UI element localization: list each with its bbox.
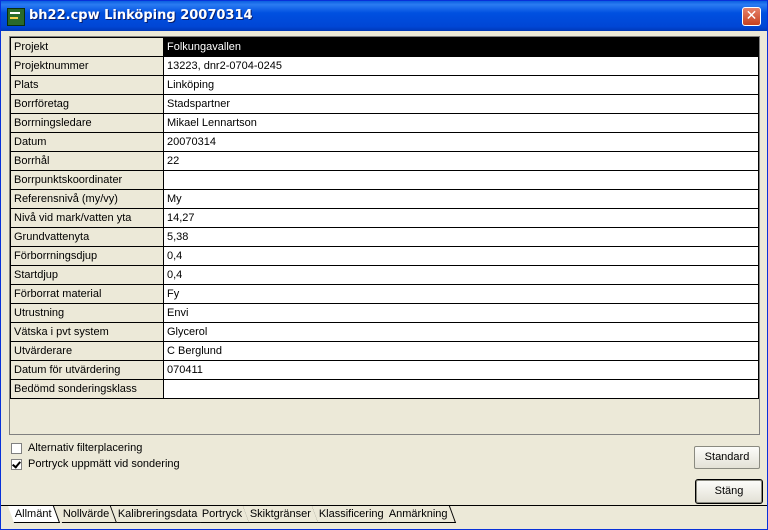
property-row[interactable]: Datum för utvärdering 070411 <box>10 360 759 380</box>
property-value-field[interactable] <box>163 170 759 190</box>
close-window-button[interactable]: ✕ <box>742 7 761 26</box>
property-value-field[interactable]: Stadspartner <box>163 94 759 114</box>
property-label: Förborrningsdjup <box>10 246 164 266</box>
standard-button[interactable]: Standard <box>694 446 760 469</box>
property-row[interactable]: Borrhål 22 <box>10 151 759 171</box>
property-label: Vätska i pvt system <box>10 322 164 342</box>
property-value-field[interactable]: 0,4 <box>163 246 759 266</box>
property-row[interactable]: Nivå vid mark/vatten yta 14,27 <box>10 208 759 228</box>
tab-label: Portryck <box>201 508 243 520</box>
property-row[interactable]: Startdjup 0,4 <box>10 265 759 285</box>
property-label: Utvärderare <box>10 341 164 361</box>
property-row[interactable]: Referensnivå (my/vy) My <box>10 189 759 209</box>
alt-filter-option[interactable]: Alternativ filterplacering <box>11 442 142 454</box>
property-label: Bedömd sonderingsklass <box>10 379 164 399</box>
alt-filter-checkbox[interactable] <box>11 442 22 454</box>
property-value-field[interactable]: Mikael Lennartson <box>163 113 759 133</box>
property-row[interactable]: Borrpunktskoordinater <box>10 170 759 190</box>
property-label: Grundvattenyta <box>10 227 164 247</box>
property-label: Utrustning <box>10 303 164 323</box>
property-value-field[interactable]: Linköping <box>163 75 759 95</box>
property-label: Borrhål <box>10 151 164 171</box>
tab-label: Kalibreringsdata <box>117 508 198 520</box>
property-label: Nivå vid mark/vatten yta <box>10 208 164 228</box>
property-value-field[interactable]: My <box>163 189 759 209</box>
property-value-field[interactable]: 5,38 <box>163 227 759 247</box>
property-row[interactable]: Förborrningsdjup 0,4 <box>10 246 759 266</box>
property-row[interactable]: Bedömd sonderingsklass <box>10 379 759 399</box>
dialog-window: bh22.cpw Linköping 20070314 ✕ Projekt Fol… <box>0 0 768 530</box>
tab-5[interactable]: Klassificering <box>311 506 392 523</box>
property-value-field[interactable]: 22 <box>163 151 759 171</box>
tab-4[interactable]: Skiktgränser <box>242 506 320 523</box>
property-value-field[interactable] <box>163 379 759 399</box>
property-value-field[interactable]: 14,27 <box>163 208 759 228</box>
property-label: Borrningsledare <box>10 113 164 133</box>
property-value-field[interactable]: Fy <box>163 284 759 304</box>
property-value-field[interactable]: Folkungavallen <box>163 37 759 57</box>
property-label: Referensnivå (my/vy) <box>10 189 164 209</box>
porttryck-checkbox[interactable] <box>11 458 22 470</box>
property-value-field[interactable]: 070411 <box>163 360 759 380</box>
property-value-field[interactable]: 13223, dnr2-0704-0245 <box>163 56 759 76</box>
tab-1[interactable]: Nollvärde <box>55 506 118 523</box>
property-row[interactable]: Grundvattenyta 5,38 <box>10 227 759 247</box>
property-row[interactable]: Borrföretag Stadspartner <box>10 94 759 114</box>
window-title: bh22.cpw Linköping 20070314 <box>29 8 253 23</box>
property-row[interactable]: Vätska i pvt system Glycerol <box>10 322 759 342</box>
properties-grid: Projekt Folkungavallen Projektnummer 13223,… <box>9 36 760 435</box>
property-label: Borrföretag <box>10 94 164 114</box>
properties-table: Projekt Folkungavallen Projektnummer 13223,… <box>10 37 759 399</box>
property-row[interactable]: Borrningsledare Mikael Lennartson <box>10 113 759 133</box>
property-label: Startdjup <box>10 265 164 285</box>
porttryck-label: Portryck uppmätt vid sondering <box>28 458 180 470</box>
tab-3[interactable]: Portryck <box>194 506 251 523</box>
property-row[interactable]: Förborrat material Fy <box>10 284 759 304</box>
tab-label: Nollvärde <box>62 508 110 520</box>
property-label: Datum <box>10 132 164 152</box>
tab-label: Anmärkning <box>388 508 448 520</box>
property-row[interactable]: Utrustning Envi <box>10 303 759 323</box>
property-label: Plats <box>10 75 164 95</box>
tab-0[interactable]: Allmänt <box>7 506 60 523</box>
property-label: Projekt <box>10 37 164 57</box>
tab-label: Klassificering <box>318 508 384 520</box>
tab-2[interactable]: Kalibreringsdata <box>110 506 206 523</box>
title-bar[interactable]: bh22.cpw Linköping 20070314 ✕ <box>1 1 767 31</box>
tab-label: Skiktgränser <box>249 508 311 520</box>
tab-6[interactable]: Anmärkning <box>381 506 456 523</box>
property-label: Borrpunktskoordinater <box>10 170 164 190</box>
close-button[interactable]: Stäng <box>695 479 763 504</box>
property-value-field[interactable]: Envi <box>163 303 759 323</box>
property-value-field[interactable]: Glycerol <box>163 322 759 342</box>
property-row[interactable]: Plats Linköping <box>10 75 759 95</box>
property-label: Projektnummer <box>10 56 164 76</box>
property-label: Datum för utvärdering <box>10 360 164 380</box>
property-value-field[interactable]: 20070314 <box>163 132 759 152</box>
tab-label: Allmänt <box>14 508 52 520</box>
porttryck-option[interactable]: Portryck uppmätt vid sondering <box>11 458 180 470</box>
property-row[interactable]: Datum 20070314 <box>10 132 759 152</box>
property-label: Förborrat material <box>10 284 164 304</box>
app-icon[interactable] <box>7 8 25 26</box>
property-row[interactable]: Utvärderare C Berglund <box>10 341 759 361</box>
property-row[interactable]: Projektnummer 13223, dnr2-0704-0245 <box>10 56 759 76</box>
property-value-field[interactable]: C Berglund <box>163 341 759 361</box>
property-value-field[interactable]: 0,4 <box>163 265 759 285</box>
alt-filter-label: Alternativ filterplacering <box>28 442 143 454</box>
property-row[interactable]: Projekt Folkungavallen <box>10 37 759 57</box>
